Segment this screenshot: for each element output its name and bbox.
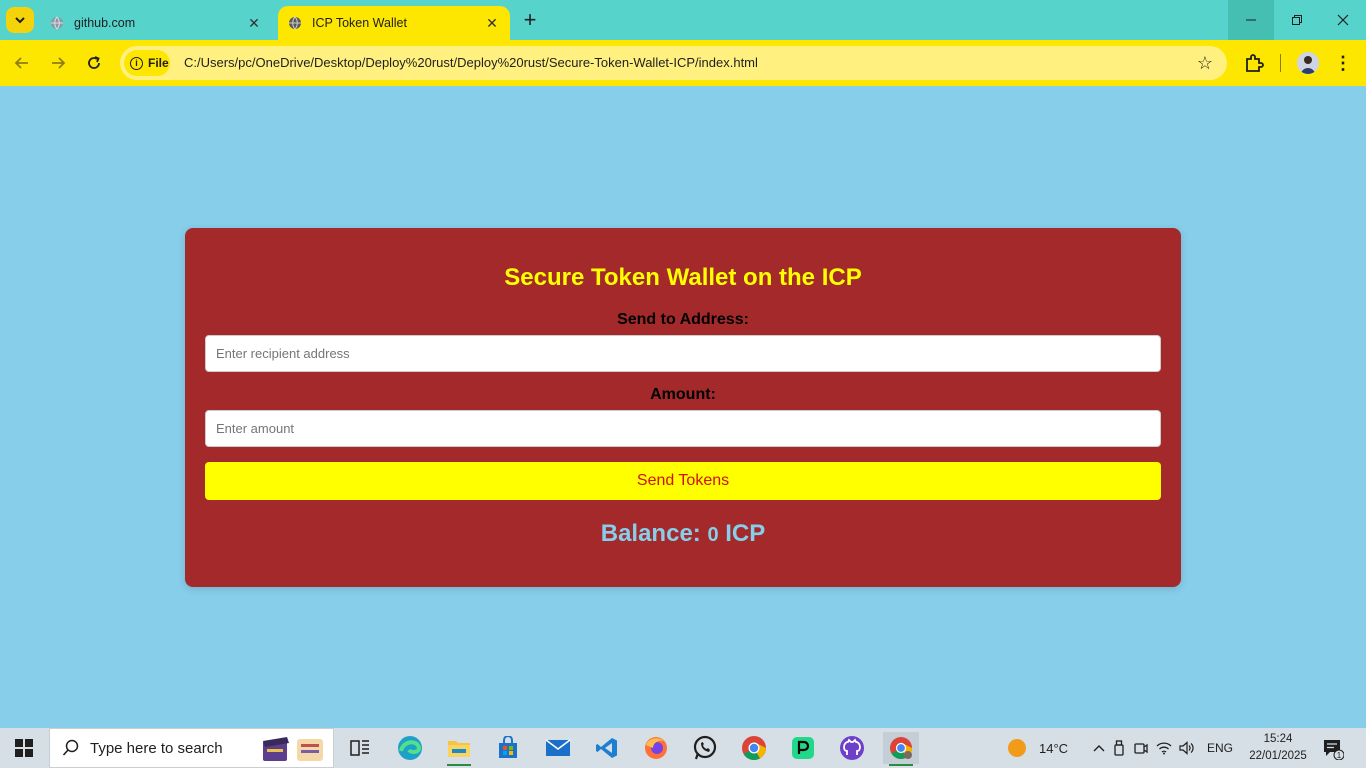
site-chip-label: File <box>148 56 169 70</box>
globe-icon <box>288 16 302 30</box>
running-indicator <box>447 764 471 766</box>
extensions-puzzle-icon[interactable] <box>1243 52 1265 74</box>
chrome-icon[interactable] <box>736 732 772 764</box>
send-tokens-button[interactable]: Send Tokens <box>205 462 1161 500</box>
balance-display: Balance: 0 ICP <box>185 520 1181 548</box>
taskbar-search-box[interactable]: Type here to search <box>49 728 334 768</box>
system-tray: ENG <box>1090 728 1233 768</box>
language-indicator[interactable]: ENG <box>1207 741 1233 755</box>
browser-tab-strip: github.com ✕ ICP Token Wallet ✕ + <box>0 0 1366 40</box>
close-icon[interactable]: ✕ <box>244 13 264 33</box>
clock-time: 15:24 <box>1263 733 1293 745</box>
close-icon[interactable]: ✕ <box>482 13 502 33</box>
minimize-button[interactable] <box>1228 0 1274 40</box>
github-desktop-icon[interactable] <box>834 732 870 764</box>
globe-icon <box>50 16 64 30</box>
notification-count: 1 <box>1337 751 1342 760</box>
wallet-title: Secure Token Wallet on the ICP <box>504 264 862 291</box>
weather-sun-icon <box>1008 739 1026 757</box>
running-indicator <box>889 764 913 766</box>
toolbar-divider <box>1280 54 1281 72</box>
windows-taskbar: Type here to search 14°C ENG 15:24 22/01… <box>0 728 1366 768</box>
chevron-up-icon[interactable] <box>1090 744 1108 752</box>
reload-button[interactable] <box>82 51 106 75</box>
tab-title: github.com <box>74 16 136 30</box>
amount-label: Amount: <box>650 386 716 403</box>
volume-icon[interactable] <box>1176 741 1198 755</box>
usb-device-icon[interactable] <box>1108 740 1130 756</box>
search-highlight-icon <box>263 737 323 761</box>
search-placeholder: Type here to search <box>90 739 223 757</box>
tab-search-button[interactable] <box>6 7 34 33</box>
url-text[interactable]: C:/Users/pc/OneDrive/Desktop/Deploy%20ru… <box>184 55 758 70</box>
chevron-down-icon <box>15 17 25 24</box>
restore-icon <box>1292 15 1302 25</box>
firefox-icon[interactable] <box>638 732 674 764</box>
file-explorer-icon[interactable] <box>441 732 477 766</box>
more-options-icon[interactable]: ⋮ <box>1334 52 1352 74</box>
recipient-address-input[interactable] <box>205 335 1161 372</box>
search-icon <box>62 739 79 756</box>
taskbar-clock[interactable]: 15:24 22/01/2025 <box>1246 731 1310 765</box>
reload-icon <box>88 56 100 69</box>
arrow-right-icon <box>52 57 66 69</box>
mail-icon[interactable] <box>540 732 576 764</box>
close-icon <box>1337 14 1349 26</box>
wallet-card: Secure Token Wallet on the ICP Send to A… <box>185 228 1181 587</box>
site-info-chip[interactable]: i File <box>124 50 170 76</box>
balance-label: Balance: <box>600 520 701 547</box>
clock-date: 22/01/2025 <box>1249 750 1307 762</box>
close-window-button[interactable] <box>1320 0 1366 40</box>
tab-title: ICP Token Wallet <box>312 16 407 30</box>
back-button[interactable] <box>10 51 34 75</box>
windows-start-icon[interactable] <box>8 736 40 760</box>
edge-icon[interactable] <box>392 732 428 764</box>
microsoft-store-icon[interactable] <box>490 732 526 764</box>
chrome-profile-icon[interactable] <box>883 732 919 766</box>
restore-button[interactable] <box>1274 0 1320 40</box>
pycharm-icon[interactable] <box>785 732 821 764</box>
tab-github[interactable]: github.com ✕ <box>40 6 272 40</box>
browser-toolbar: i File C:/Users/pc/OneDrive/Desktop/Depl… <box>0 40 1366 86</box>
balance-unit: ICP <box>725 520 766 547</box>
address-label: Send to Address: <box>617 311 749 328</box>
vs-code-icon[interactable] <box>589 732 625 764</box>
address-bar[interactable]: i File C:/Users/pc/OneDrive/Desktop/Depl… <box>120 46 1227 80</box>
wifi-icon[interactable] <box>1152 741 1176 755</box>
weather-widget[interactable]: 14°C <box>1007 728 1068 768</box>
profile-avatar[interactable] <box>1297 52 1319 74</box>
page-viewport: Secure Token Wallet on the ICP Send to A… <box>0 86 1366 728</box>
task-view-icon[interactable] <box>342 732 378 764</box>
new-tab-button[interactable]: + <box>518 7 542 32</box>
arrow-left-icon <box>14 57 28 69</box>
meet-now-icon[interactable] <box>1130 741 1152 755</box>
window-controls <box>1228 0 1366 40</box>
info-icon: i <box>130 56 143 70</box>
bookmark-star-icon[interactable]: ☆ <box>1197 53 1213 74</box>
notification-center-icon[interactable]: 1 <box>1322 738 1345 761</box>
whatsapp-icon[interactable] <box>687 732 723 764</box>
minimize-icon <box>1246 19 1256 21</box>
forward-button[interactable] <box>46 51 70 75</box>
balance-value: 0 <box>707 524 719 546</box>
tab-icp-token-wallet[interactable]: ICP Token Wallet ✕ <box>278 6 510 40</box>
weather-temperature: 14°C <box>1039 740 1069 756</box>
amount-input[interactable] <box>205 410 1161 447</box>
